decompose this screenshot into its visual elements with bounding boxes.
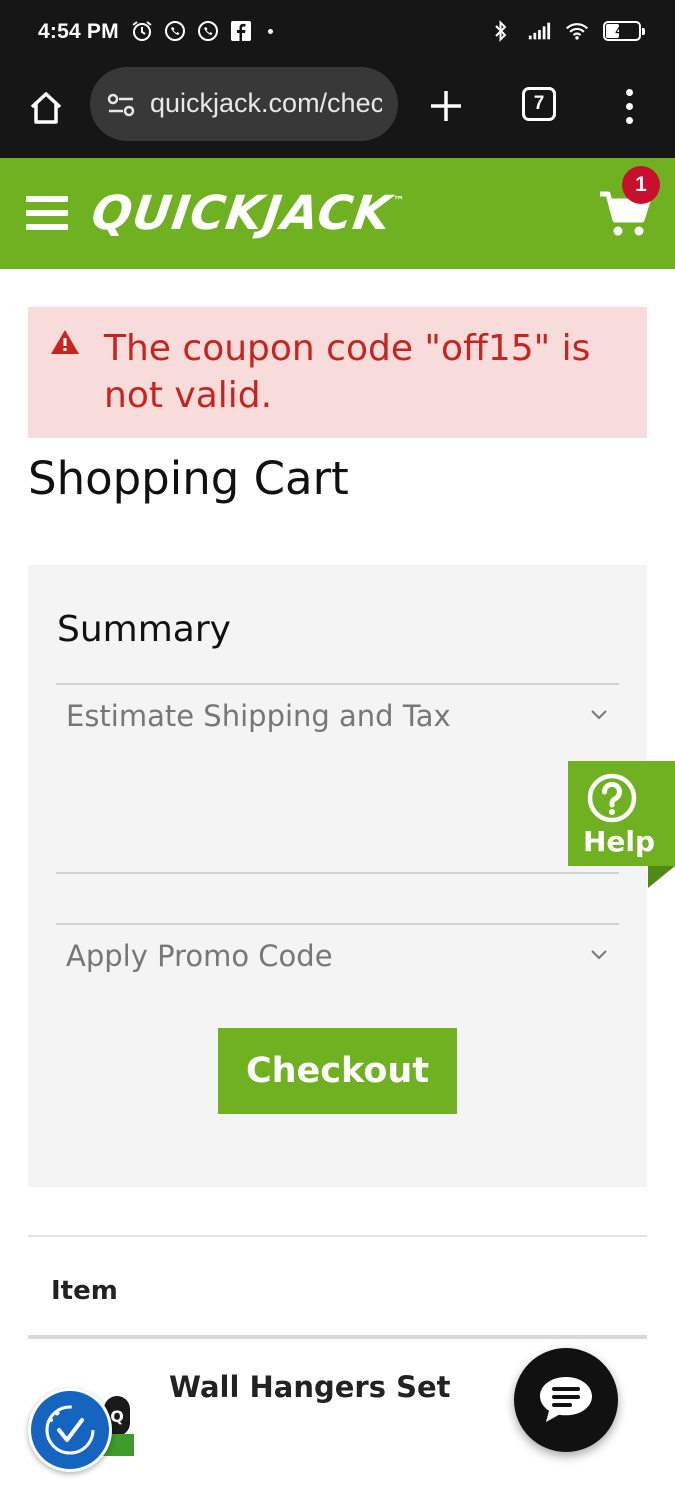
tabs-button[interactable]: 7 [522,87,556,121]
quickjack-logo[interactable]: QUICKJACK™ [88,186,406,241]
accessibility-check-icon [45,1405,95,1455]
question-icon [587,773,637,823]
svg-text:Q: Q [110,1407,124,1426]
browser-toolbar: quickjack.com/checkout/cart/ 7 [0,66,675,158]
system-icons: 41 [489,19,645,43]
summary-title: Summary [57,609,231,650]
whatsapp-icon [196,19,220,43]
divider [56,683,619,685]
apply-promo-label: Apply Promo Code [66,939,333,973]
alert-message: The coupon code "off15" is not valid. [104,328,591,416]
status-bar: 4:54 PM 41 [0,0,675,66]
whatsapp-icon [163,19,187,43]
item-column-header: Item [51,1276,118,1306]
chevron-down-icon [591,950,607,960]
warning-icon [51,330,79,354]
estimate-shipping-toggle[interactable]: Estimate Shipping and Tax [56,687,619,747]
facebook-icon [229,19,253,43]
logo-trademark: ™ [391,194,405,207]
signal-icon [527,19,551,43]
cart-count-badge[interactable]: 1 [622,166,660,204]
logo-text: QUICKJACK [88,186,395,241]
checkout-button[interactable]: Checkout [218,1028,457,1114]
estimate-shipping-label: Estimate Shipping and Tax [66,699,451,733]
dot-icon [268,28,273,34]
notification-icons [130,19,273,43]
url-text[interactable]: quickjack.com/checkout/cart/ [150,88,382,119]
apply-promo-toggle[interactable]: Apply Promo Code [56,927,619,987]
chat-bubble-icon [540,1377,592,1422]
page-title: Shopping Cart [28,452,349,505]
more-menu-button[interactable] [614,84,644,128]
home-icon [30,92,62,124]
summary-panel: Summary Estimate Shipping and Tax Apply … [28,565,647,1187]
error-alert: The coupon code "off15" is not valid. [28,307,647,438]
divider [28,1235,647,1237]
status-time: 4:54 PM [38,20,119,43]
help-widget[interactable]: Help [568,761,675,866]
site-header: QUICKJACK™ [0,158,675,269]
divider [56,872,619,874]
site-settings-icon[interactable] [106,91,136,119]
divider [28,1335,647,1339]
bluetooth-icon [489,19,513,43]
battery-level: 41 [615,24,629,38]
alarm-icon [130,19,154,43]
chevron-down-icon [591,710,607,720]
help-label: Help [583,825,656,858]
new-tab-icon [431,91,461,121]
wifi-icon [565,19,589,43]
divider [56,923,619,925]
home-button[interactable] [22,84,70,132]
more-menu-icon [625,88,633,96]
address-bar[interactable]: quickjack.com/checkout/cart/ [90,67,398,141]
battery-icon: 41 [603,21,645,41]
hamburger-icon[interactable] [26,196,68,230]
product-name[interactable]: Wall Hangers Set [169,1370,451,1404]
accessibility-button[interactable] [28,1388,112,1472]
new-tab-button[interactable] [424,84,468,128]
chat-button[interactable] [514,1348,618,1452]
help-tab-fold [648,866,675,888]
